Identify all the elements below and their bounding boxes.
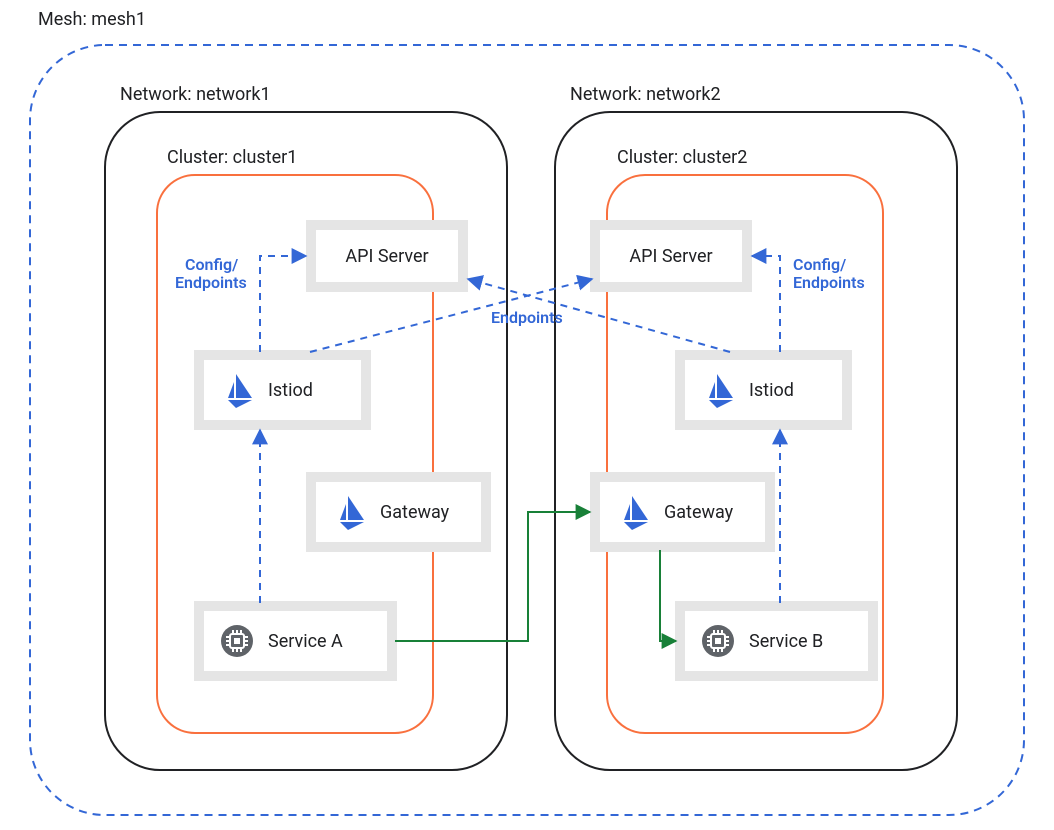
edge-istiod-right-to-apiserver-right — [752, 256, 780, 352]
mesh-label: Mesh: mesh1 — [38, 9, 146, 30]
gateway-right-label: Gateway — [664, 502, 734, 523]
chip-icon — [702, 625, 734, 657]
edge-label-config-endpoints-left: Config/ Endpoints — [175, 255, 247, 292]
istiod-right-node: Istiod — [680, 355, 847, 425]
cluster-right-label: Cluster: cluster2 — [617, 147, 747, 168]
api-server-right-node: API Server — [595, 225, 747, 287]
cluster-left-label: Cluster: cluster1 — [167, 147, 297, 168]
api-server-left-node: API Server — [311, 225, 463, 287]
service-a-label: Service A — [268, 631, 343, 652]
edge-label-endpoints: Endpoints — [491, 308, 563, 327]
service-b-node: Service B — [680, 606, 873, 676]
chip-icon — [221, 625, 253, 657]
api-server-left-label: API Server — [345, 246, 428, 267]
edge-istiod-left-to-apiserver-left — [260, 256, 306, 352]
istiod-right-label: Istiod — [749, 380, 794, 401]
istiod-left-node: Istiod — [199, 355, 366, 425]
service-a-node: Service A — [199, 606, 392, 676]
gateway-left-node: Gateway — [311, 477, 486, 547]
istiod-left-label: Istiod — [268, 380, 313, 401]
edge-label-config-endpoints-right: Config/ Endpoints — [793, 255, 865, 292]
diagram-canvas: Mesh: mesh1 Network: network1 Network: n… — [0, 0, 1054, 830]
service-b-label: Service B — [749, 631, 823, 652]
gateway-left-label: Gateway — [380, 502, 450, 523]
network-left-label: Network: network1 — [120, 84, 271, 105]
network-right-label: Network: network2 — [570, 84, 721, 105]
edge-gateway-right-to-serviceB — [660, 550, 676, 641]
api-server-right-label: API Server — [629, 246, 712, 267]
gateway-right-node: Gateway — [595, 477, 770, 547]
